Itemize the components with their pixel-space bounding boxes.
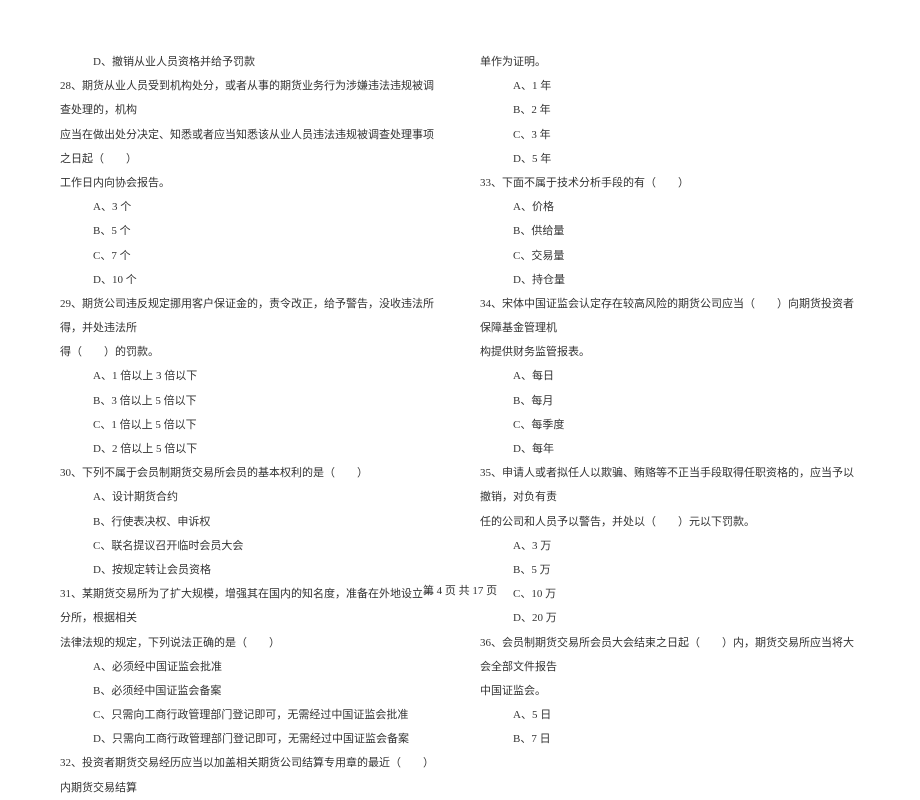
q28-stem-line2: 应当在做出处分决定、知悉或者应当知悉该从业人员违法违规被调查处理事项之日起（ ）: [60, 123, 440, 171]
q36-option-a: A、5 日: [480, 703, 860, 727]
right-column: 单作为证明。 A、1 年 B、2 年 C、3 年 D、5 年 33、下面不属于技…: [480, 50, 860, 570]
q34-option-c: C、每季度: [480, 413, 860, 437]
q36-option-b: B、7 日: [480, 727, 860, 751]
q33-option-b: B、供给量: [480, 219, 860, 243]
q32-option-d: D、5 年: [480, 147, 860, 171]
q32-option-b: B、2 年: [480, 98, 860, 122]
q35-option-b: B、5 万: [480, 558, 860, 582]
q35-option-a: A、3 万: [480, 534, 860, 558]
q33-option-a: A、价格: [480, 195, 860, 219]
q34-stem-line2: 构提供财务监管报表。: [480, 340, 860, 364]
q30-option-a: A、设计期货合约: [60, 485, 440, 509]
q30-option-d: D、按规定转让会员资格: [60, 558, 440, 582]
q29-option-c: C、1 倍以上 5 倍以下: [60, 413, 440, 437]
q31-option-b: B、必须经中国证监会备案: [60, 679, 440, 703]
q29-stem-line2: 得（ ）的罚款。: [60, 340, 440, 364]
q30-stem: 30、下列不属于会员制期货交易所会员的基本权利的是（ ）: [60, 461, 440, 485]
q29-option-a: A、1 倍以上 3 倍以下: [60, 364, 440, 388]
q34-option-d: D、每年: [480, 437, 860, 461]
q28-stem-line1: 28、期货从业人员受到机构处分，或者从事的期货业务行为涉嫌违法违规被调查处理的，…: [60, 74, 440, 122]
page-content: D、撤销从业人员资格并给予罚款 28、期货从业人员受到机构处分，或者从事的期货业…: [0, 0, 920, 570]
q32-option-c: C、3 年: [480, 123, 860, 147]
q28-option-b: B、5 个: [60, 219, 440, 243]
q36-stem-line2: 中国证监会。: [480, 679, 860, 703]
left-column: D、撤销从业人员资格并给予罚款 28、期货从业人员受到机构处分，或者从事的期货业…: [60, 50, 440, 570]
q31-stem-line1: 31、某期货交易所为了扩大规模，增强其在国内的知名度，准备在外地设立一分所，根据…: [60, 582, 440, 630]
q28-stem-line3: 工作日内向协会报告。: [60, 171, 440, 195]
q34-option-a: A、每日: [480, 364, 860, 388]
q29-option-b: B、3 倍以上 5 倍以下: [60, 389, 440, 413]
q33-stem: 33、下面不属于技术分析手段的有（ ）: [480, 171, 860, 195]
q30-option-b: B、行使表决权、申诉权: [60, 510, 440, 534]
q34-option-b: B、每月: [480, 389, 860, 413]
q29-stem-line1: 29、期货公司违反规定挪用客户保证金的，责令改正，给予警告，没收违法所得，并处违…: [60, 292, 440, 340]
q36-stem-line1: 36、会员制期货交易所会员大会结束之日起（ ）内，期货交易所应当将大会全部文件报…: [480, 631, 860, 679]
q28-option-a: A、3 个: [60, 195, 440, 219]
q28-option-d: D、10 个: [60, 268, 440, 292]
q35-option-c: C、10 万: [480, 582, 860, 606]
q35-stem-line2: 任的公司和人员予以警告，并处以（ ）元以下罚款。: [480, 510, 860, 534]
q30-option-c: C、联名提议召开临时会员大会: [60, 534, 440, 558]
q31-option-c: C、只需向工商行政管理部门登记即可，无需经过中国证监会批准: [60, 703, 440, 727]
q31-option-d: D、只需向工商行政管理部门登记即可，无需经过中国证监会备案: [60, 727, 440, 751]
q29-option-d: D、2 倍以上 5 倍以下: [60, 437, 440, 461]
q32-stem-line2: 单作为证明。: [480, 50, 860, 74]
q27-option-d: D、撤销从业人员资格并给予罚款: [60, 50, 440, 74]
q31-stem-line2: 法律法规的规定，下列说法正确的是（ ）: [60, 631, 440, 655]
q35-stem-line1: 35、申请人或者拟任人以欺骗、贿赂等不正当手段取得任职资格的，应当予以撤销，对负…: [480, 461, 860, 509]
q35-option-d: D、20 万: [480, 606, 860, 630]
q34-stem-line1: 34、宋体中国证监会认定存在较高风险的期货公司应当（ ）向期货投资者保障基金管理…: [480, 292, 860, 340]
q33-option-c: C、交易量: [480, 244, 860, 268]
q31-option-a: A、必须经中国证监会批准: [60, 655, 440, 679]
q28-option-c: C、7 个: [60, 244, 440, 268]
q32-stem-line1: 32、投资者期货交易经历应当以加盖相关期货公司结算专用章的最近（ ）内期货交易结…: [60, 751, 440, 799]
q32-option-a: A、1 年: [480, 74, 860, 98]
q33-option-d: D、持仓量: [480, 268, 860, 292]
